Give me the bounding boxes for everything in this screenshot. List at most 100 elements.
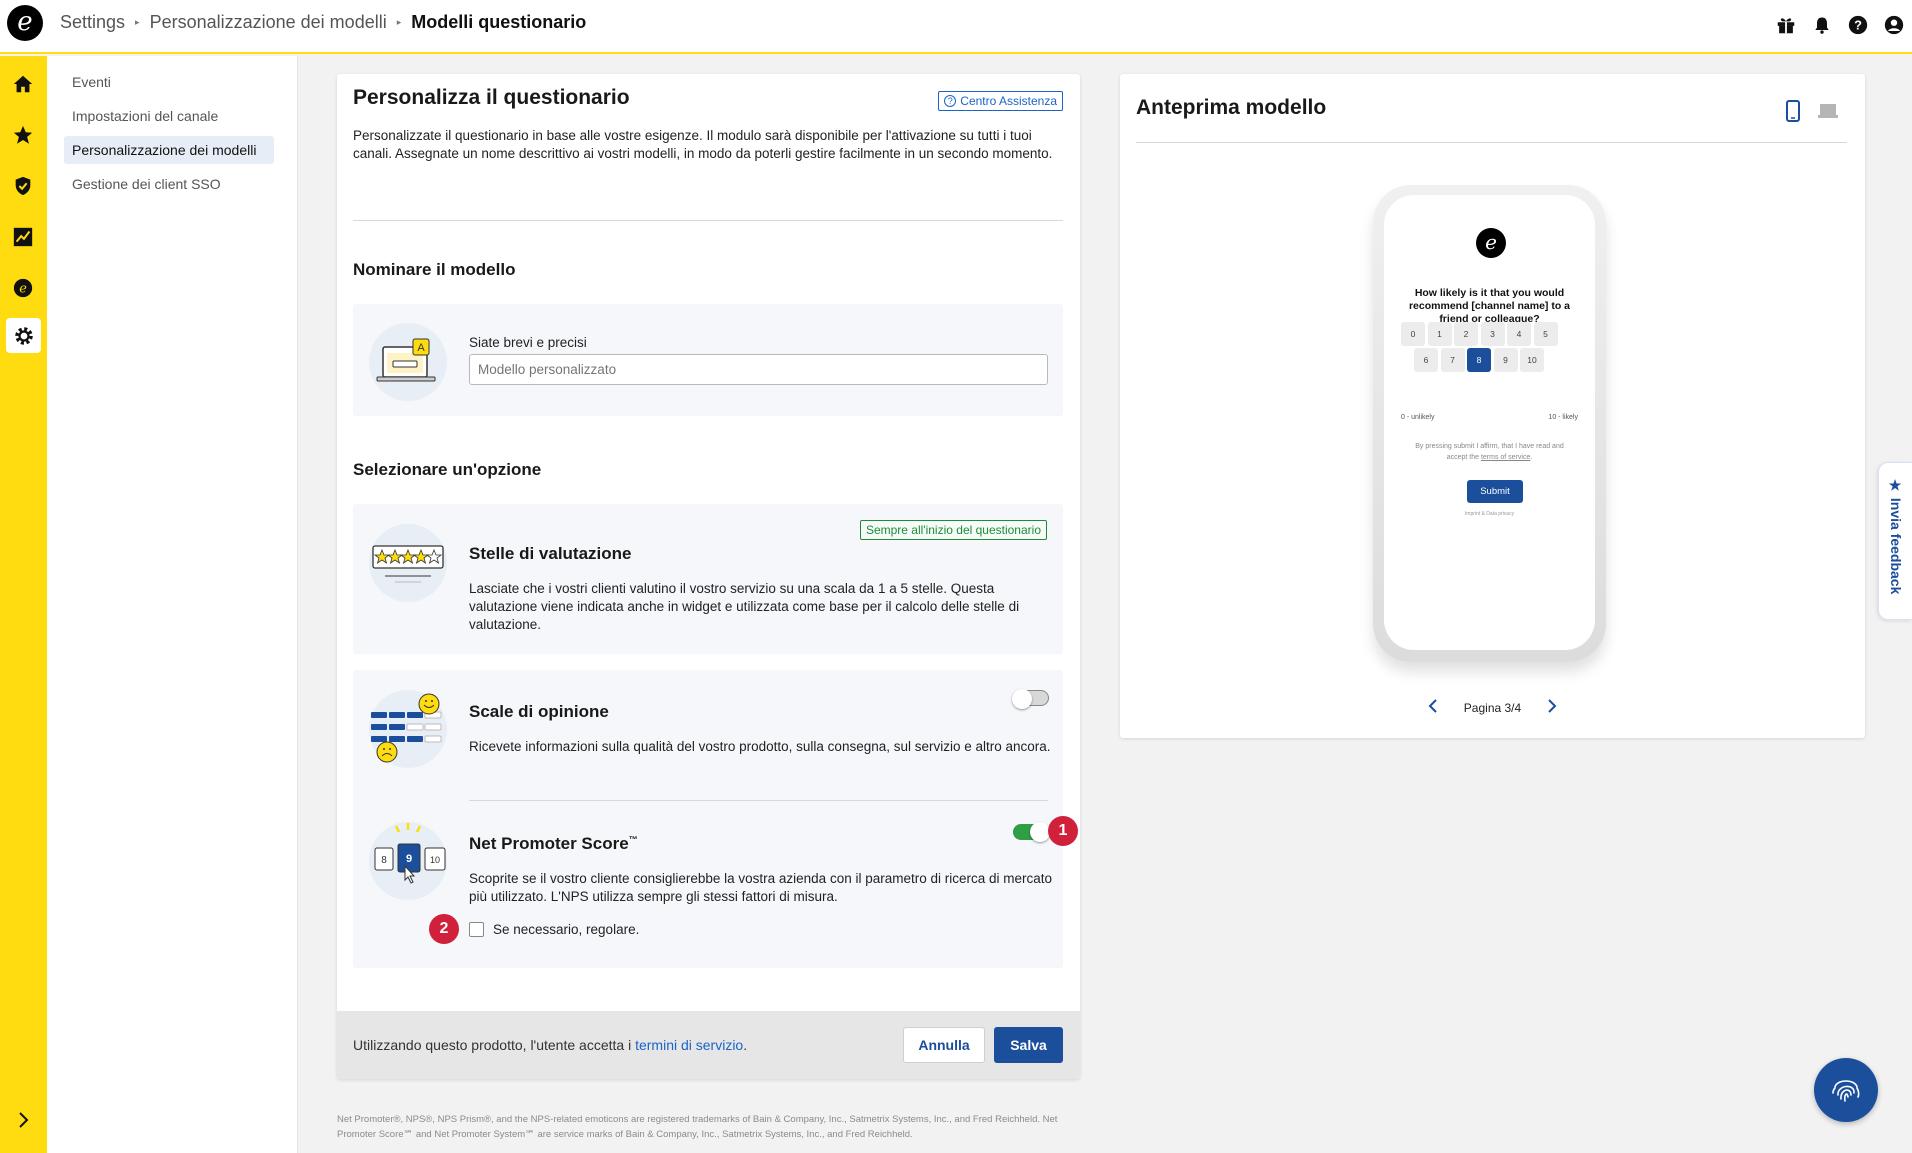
template-preview-card: Anteprima modello e How likely is it tha…	[1120, 74, 1865, 738]
subnav-item-impostazioni-canale[interactable]: Impostazioni del canale	[64, 102, 274, 130]
breadcrumb: Settings ▸ Personalizzazione dei modelli…	[60, 12, 586, 33]
bell-icon[interactable]	[1804, 12, 1840, 38]
name-panel: A Siate brevi e precisi	[353, 304, 1063, 416]
scale-option-3[interactable]: 3	[1480, 322, 1505, 346]
help-icon[interactable]: ?	[1840, 12, 1876, 38]
terms-prefix: Utilizzando questo prodotto, l'utente ac…	[353, 1037, 636, 1053]
phone-mockup: e How likely is it that you would recomm…	[1373, 185, 1606, 662]
breadcrumb-settings[interactable]: Settings	[60, 12, 125, 33]
chevron-right-icon[interactable]	[9, 1106, 37, 1134]
breadcrumb-personalizzazione[interactable]: Personalizzazione dei modelli	[150, 12, 387, 33]
preview-pager: Pagina 3/4	[1120, 699, 1865, 716]
divider	[353, 220, 1063, 221]
customize-questionnaire-card: Personalizza il questionario ? Centro As…	[337, 74, 1080, 1079]
mobile-icon[interactable]	[1780, 98, 1806, 124]
user-icon[interactable]	[1876, 12, 1912, 38]
divider	[469, 800, 1048, 801]
name-label: Siate brevi e precisi	[469, 335, 587, 350]
legal-notice: Net Promoter®, NPS®, NPS Prism®, and the…	[337, 1114, 1058, 1140]
trusted-e-icon[interactable]: e	[9, 274, 37, 302]
low-label: 0 - unlikely	[1401, 414, 1435, 421]
intro-text: Personalizzate il questionario in base a…	[353, 128, 1053, 161]
scale-option-5[interactable]: 5	[1533, 322, 1558, 346]
svg-text:e: e	[19, 282, 27, 297]
step-badge-2: 2	[429, 914, 459, 944]
page-title: Personalizza il questionario	[353, 86, 630, 109]
settings-subnav: Eventi Impostazioni del canale Personali…	[47, 56, 298, 1153]
subnav-item-gestione-sso[interactable]: Gestione dei client SSO	[64, 170, 274, 198]
help-center-link[interactable]: ? Centro Assistenza	[938, 91, 1063, 111]
home-icon[interactable]	[9, 70, 37, 98]
breadcrumb-separator-icon: ▸	[396, 17, 402, 27]
stars-panel: Sempre all'inizio del questionario Stell…	[353, 504, 1063, 654]
imprint-link[interactable]: Imprint & Data privacy	[1404, 511, 1575, 517]
scale-option-9[interactable]: 9	[1493, 348, 1518, 372]
submit-button[interactable]: Submit	[1467, 480, 1523, 503]
stars-title: Stelle di valutazione	[469, 544, 632, 563]
options-heading: Selezionare un'opzione	[353, 460, 542, 479]
trusted-logo-icon: e	[1476, 228, 1506, 258]
feedback-label: Invia feedback	[1888, 497, 1904, 595]
star-icon[interactable]	[9, 121, 37, 149]
save-button[interactable]: Salva	[994, 1027, 1063, 1063]
breadcrumb-current: Modelli questionario	[411, 12, 587, 32]
high-label: 10 - likely	[1548, 414, 1578, 421]
adjust-checkbox[interactable]	[469, 922, 484, 937]
help-center-label: Centro Assistenza	[960, 94, 1057, 108]
subnav-item-personalizzazione-modelli[interactable]: Personalizzazione dei modelli	[64, 136, 274, 164]
scale-option-1[interactable]: 1	[1427, 322, 1452, 346]
svg-text:A: A	[417, 342, 425, 354]
scale-option-8[interactable]: 8	[1467, 348, 1491, 372]
card-footer: Utilizzando questo prodotto, l'utente ac…	[337, 1011, 1080, 1079]
consent-period: .	[1530, 454, 1533, 461]
terms-text: Utilizzando questo prodotto, l'utente ac…	[353, 1037, 747, 1053]
trademark-sign: ™	[628, 834, 638, 845]
feedback-tab[interactable]: ★ Invia feedback	[1878, 462, 1912, 620]
step-badge-1: 1	[1048, 816, 1078, 846]
consent-text: By pressing submit I affirm, that I have…	[1404, 441, 1575, 463]
terms-period: .	[743, 1037, 748, 1053]
svg-text:?: ?	[1854, 18, 1862, 33]
nps-illus-number: 9	[406, 853, 412, 865]
scale-option-0[interactable]: 0	[1401, 322, 1425, 346]
stars-description: Lasciate che i vostri clienti valutino i…	[469, 581, 1020, 632]
laptop-icon[interactable]	[1815, 98, 1841, 124]
nps-toggle[interactable]	[1013, 822, 1050, 842]
template-name-input[interactable]	[469, 354, 1048, 385]
left-rail: e	[0, 56, 47, 1153]
subnav-item-eventi[interactable]: Eventi	[64, 68, 274, 96]
chevron-left-icon[interactable]	[1428, 699, 1438, 716]
scale-option-6[interactable]: 6	[1414, 348, 1438, 372]
opinion-description: Ricevete informazioni sulla qualità del …	[469, 739, 1051, 754]
opinion-toggle[interactable]	[1012, 689, 1049, 709]
shield-icon[interactable]	[9, 172, 37, 200]
always-first-tag: Sempre all'inizio del questionario	[859, 520, 1047, 540]
opinion-scale-illustration-icon	[369, 690, 447, 768]
divider	[1136, 142, 1847, 143]
scale-option-4[interactable]: 4	[1507, 322, 1531, 346]
fingerprint-button[interactable]	[1814, 1058, 1878, 1122]
scale-option-7[interactable]: 7	[1440, 348, 1465, 372]
scale-option-10[interactable]: 10	[1520, 348, 1544, 372]
chevron-right-icon[interactable]	[1547, 699, 1557, 716]
cancel-button[interactable]: Annulla	[903, 1027, 985, 1063]
toggle-knob	[1030, 822, 1050, 842]
stars-rating-illustration-icon	[369, 524, 447, 602]
gear-icon[interactable]	[6, 318, 41, 353]
nps-illus-number: 10	[430, 855, 440, 865]
terms-link[interactable]: termini di servizio	[635, 1037, 743, 1053]
consent-terms-link[interactable]: terms of service	[1481, 454, 1530, 461]
chart-icon[interactable]	[9, 223, 37, 251]
laptop-illustration-icon: A	[369, 323, 447, 401]
fingerprint-icon	[1832, 1080, 1860, 1102]
page-indicator: Pagina 3/4	[1463, 700, 1522, 715]
opinion-nps-panel: Scale di opinione Ricevete informazioni …	[353, 670, 1078, 968]
toggle-knob	[1012, 689, 1032, 709]
gift-icon[interactable]	[1768, 12, 1804, 38]
nps-illus-number: 8	[381, 855, 387, 866]
trusted-logo[interactable]: e	[7, 5, 43, 41]
breadcrumb-separator-icon: ▸	[135, 17, 140, 27]
adjust-checkbox-label: Se necessario, regolare.	[493, 922, 640, 937]
scale-option-2[interactable]: 2	[1454, 322, 1478, 346]
name-section-heading: Nominare il modello	[353, 260, 516, 279]
